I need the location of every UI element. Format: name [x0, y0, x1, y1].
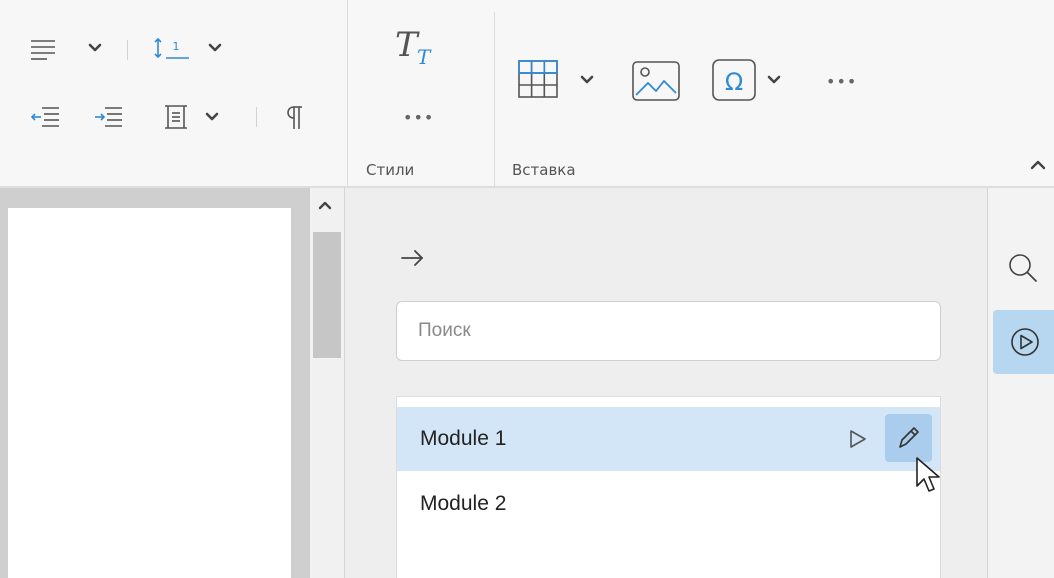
paragraph-spacing-icon[interactable]	[163, 104, 189, 130]
list-item-label: Module 1	[420, 427, 507, 450]
insert-table-chevron-icon[interactable]	[580, 75, 594, 85]
search-field[interactable]	[396, 301, 941, 361]
pilcrow-icon[interactable]	[284, 105, 304, 131]
right-sidebar	[987, 188, 1054, 578]
svg-text:Ω: Ω	[725, 68, 743, 96]
increase-indent-icon[interactable]	[93, 106, 123, 128]
search-icon[interactable]	[1008, 253, 1038, 283]
align-justify-icon[interactable]	[30, 38, 56, 60]
run-macro-play-icon[interactable]	[849, 429, 867, 449]
ribbon-group-separator	[494, 12, 495, 186]
styles-more-button[interactable]: •••	[403, 110, 434, 126]
close-panel-arrow-right-icon[interactable]	[400, 249, 426, 267]
insert-group-label: Вставка	[512, 161, 576, 179]
mouse-pointer-icon	[914, 456, 944, 496]
document-page[interactable]	[8, 208, 291, 578]
edit-macro-button[interactable]	[885, 414, 932, 462]
text-styles-icon[interactable]: TT	[393, 26, 443, 70]
modules-list: Module 1 Module 2	[396, 396, 941, 578]
scrollbar-thumb[interactable]	[313, 232, 341, 358]
insert-more-button[interactable]: •••	[826, 74, 857, 90]
decrease-indent-icon[interactable]	[30, 106, 60, 128]
toolbar-separator	[256, 107, 257, 127]
svg-text:T: T	[417, 45, 432, 69]
alignment-dropdown-chevron-icon[interactable]	[88, 43, 102, 53]
paragraph-spacing-chevron-icon[interactable]	[205, 112, 219, 122]
list-item[interactable]: Module 1	[397, 407, 940, 471]
collapse-ribbon-chevron-up-icon[interactable]	[1030, 159, 1046, 171]
ribbon-group-separator	[347, 0, 348, 186]
list-item-label: Module 2	[420, 492, 507, 515]
macros-play-circle-icon	[1010, 327, 1040, 357]
insert-symbol-chevron-icon[interactable]	[767, 75, 781, 85]
insert-image-icon[interactable]	[632, 61, 680, 101]
search-input[interactable]	[397, 302, 940, 360]
pencil-icon	[899, 427, 919, 448]
scroll-up-arrow-icon[interactable]	[318, 200, 332, 210]
toolbar-separator	[127, 40, 128, 60]
insert-symbol-icon[interactable]: Ω	[712, 59, 756, 101]
styles-group-label: Стили	[366, 161, 415, 179]
line-spacing-icon[interactable]: 1	[153, 36, 191, 62]
insert-table-icon[interactable]	[518, 60, 558, 98]
svg-text:1: 1	[173, 40, 180, 53]
list-item[interactable]: Module 2	[397, 472, 940, 536]
line-spacing-chevron-icon[interactable]	[208, 43, 222, 53]
